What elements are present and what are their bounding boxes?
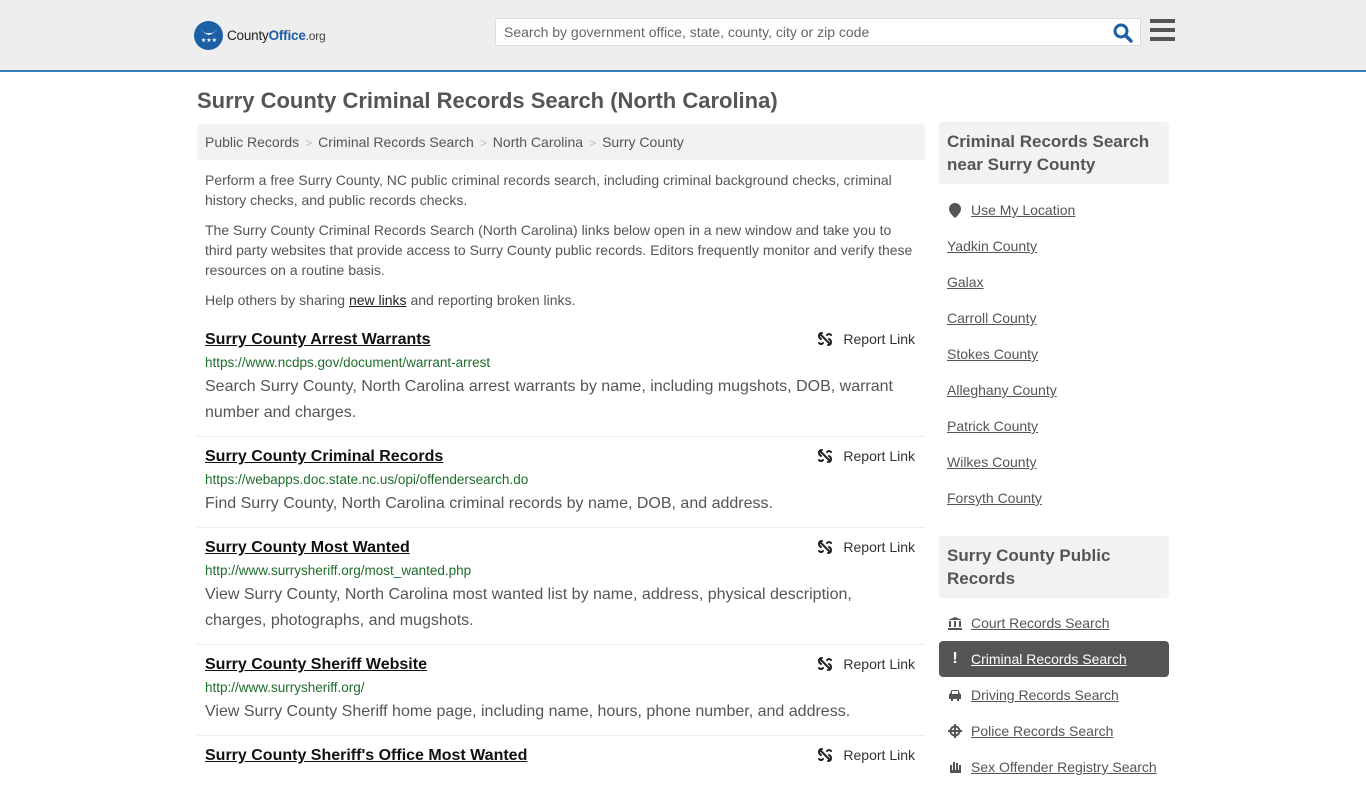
report-link-button[interactable]: Report Link bbox=[817, 331, 915, 347]
report-link-button[interactable]: Report Link bbox=[817, 747, 915, 763]
search-input[interactable] bbox=[496, 19, 1096, 45]
result-item: Surry County Arrest Warrants Report Link… bbox=[197, 328, 925, 437]
bank-icon bbox=[947, 616, 963, 630]
logo-text: CountyOffice.org bbox=[227, 27, 326, 43]
nearby-link-carroll-county[interactable]: Carroll County bbox=[947, 310, 1036, 326]
new-links-link[interactable]: new links bbox=[349, 292, 407, 308]
broken-link-icon bbox=[818, 540, 833, 554]
nearby-heading: Criminal Records Search near Surry Count… bbox=[939, 122, 1169, 184]
nearby-link-patrick-county[interactable]: Patrick County bbox=[947, 418, 1038, 434]
intro-paragraph: Perform a free Surry County, NC public c… bbox=[205, 172, 892, 208]
exclamation-icon: ! bbox=[952, 650, 958, 667]
sidebar-item-police-records[interactable]: Police Records Search bbox=[939, 713, 1169, 749]
broken-link-icon bbox=[818, 449, 833, 463]
use-my-location-item: Use My Location bbox=[939, 192, 1169, 228]
breadcrumb-north-carolina[interactable]: North Carolina bbox=[493, 134, 583, 150]
breadcrumb-criminal-records-search[interactable]: Criminal Records Search bbox=[318, 134, 474, 150]
use-my-location-link[interactable]: Use My Location bbox=[971, 202, 1075, 218]
result-title-link[interactable]: Surry County Sheriff Website bbox=[205, 653, 917, 677]
breadcrumb: Public Records > Criminal Records Search > N… bbox=[197, 124, 925, 160]
nearby-link-yadkin-county[interactable]: Yadkin County bbox=[947, 238, 1037, 254]
share-paragraph: Help others by sharing new links and rep… bbox=[205, 292, 576, 308]
driving-records-link[interactable]: Driving Records Search bbox=[971, 687, 1119, 703]
report-link-button[interactable]: Report Link bbox=[817, 656, 915, 672]
eagle-logo-icon: ★★★ bbox=[194, 20, 223, 50]
result-title-link[interactable]: Surry County Most Wanted bbox=[205, 536, 917, 560]
breadcrumb-surry-county[interactable]: Surry County bbox=[602, 134, 684, 150]
search-box bbox=[495, 18, 1141, 46]
search-icon[interactable] bbox=[1112, 22, 1134, 44]
police-records-link[interactable]: Police Records Search bbox=[971, 723, 1113, 739]
result-url[interactable]: http://www.surrysheriff.org/most_wanted.… bbox=[205, 560, 917, 582]
result-title-link[interactable]: Surry County Arrest Warrants bbox=[205, 328, 917, 352]
court-records-link[interactable]: Court Records Search bbox=[971, 615, 1110, 631]
hamburger-menu-icon[interactable] bbox=[1150, 19, 1175, 41]
breadcrumb-separator: > bbox=[589, 136, 597, 150]
breadcrumb-public-records[interactable]: Public Records bbox=[205, 134, 299, 150]
report-link-button[interactable]: Report Link bbox=[817, 448, 915, 464]
result-description: View Surry County, North Carolina most w… bbox=[205, 586, 852, 629]
sidebar-item-driving-records[interactable]: Driving Records Search bbox=[939, 677, 1169, 713]
broken-link-icon bbox=[818, 657, 833, 671]
report-link-button[interactable]: Report Link bbox=[817, 539, 915, 555]
sex-offender-registry-link[interactable]: Sex Offender Registry Search bbox=[971, 759, 1157, 775]
sidebar-item-sex-offender-registry[interactable]: Sex Offender Registry Search bbox=[939, 749, 1169, 785]
result-description: Search Surry County, North Carolina arre… bbox=[205, 378, 893, 421]
criminal-records-link[interactable]: Criminal Records Search bbox=[971, 651, 1127, 667]
map-marker-icon bbox=[947, 202, 963, 218]
site-logo[interactable]: ★★★ CountyOffice.org bbox=[194, 20, 326, 50]
nearby-link-stokes-county[interactable]: Stokes County bbox=[947, 346, 1038, 362]
result-title-link[interactable]: Surry County Sheriff's Office Most Wante… bbox=[205, 744, 917, 768]
sidebar-item-court-records[interactable]: Court Records Search bbox=[939, 605, 1169, 641]
page-title: Surry County Criminal Records Search (No… bbox=[197, 88, 778, 113]
public-records-heading: Surry County Public Records bbox=[939, 536, 1169, 598]
broken-link-icon bbox=[818, 332, 833, 346]
result-url[interactable]: http://www.surrysheriff.org/ bbox=[205, 677, 917, 699]
result-item: Surry County Most Wanted Report Link htt… bbox=[197, 536, 925, 645]
sidebar-item-criminal-records[interactable]: ! Criminal Records Search bbox=[939, 641, 1169, 677]
site-header: ★★★ CountyOffice.org bbox=[0, 0, 1366, 72]
result-url[interactable]: https://webapps.doc.state.nc.us/opi/offe… bbox=[205, 469, 917, 491]
nearby-link-wilkes-county[interactable]: Wilkes County bbox=[947, 454, 1036, 470]
result-item: Surry County Sheriff's Office Most Wante… bbox=[197, 744, 925, 784]
crosshair-icon bbox=[947, 724, 963, 738]
car-icon bbox=[947, 689, 963, 701]
disclaimer-paragraph: The Surry County Criminal Records Search… bbox=[205, 222, 913, 278]
result-title-link[interactable]: Surry County Criminal Records bbox=[205, 445, 917, 469]
result-description: View Surry County Sheriff home page, inc… bbox=[205, 703, 851, 720]
hand-icon bbox=[947, 760, 963, 774]
breadcrumb-separator: > bbox=[479, 136, 487, 150]
nearby-link-alleghany-county[interactable]: Alleghany County bbox=[947, 382, 1057, 398]
result-description: Find Surry County, North Carolina crimin… bbox=[205, 495, 773, 512]
breadcrumb-separator: > bbox=[305, 136, 313, 150]
nearby-link-galax[interactable]: Galax bbox=[947, 274, 984, 290]
result-url[interactable]: https://www.ncdps.gov/document/warrant-a… bbox=[205, 352, 917, 374]
result-item: Surry County Sheriff Website Report Link… bbox=[197, 653, 925, 736]
svg-text:★★★: ★★★ bbox=[200, 37, 216, 44]
nearby-link-forsyth-county[interactable]: Forsyth County bbox=[947, 490, 1042, 506]
result-item: Surry County Criminal Records Report Lin… bbox=[197, 445, 925, 528]
broken-link-icon bbox=[818, 748, 833, 762]
